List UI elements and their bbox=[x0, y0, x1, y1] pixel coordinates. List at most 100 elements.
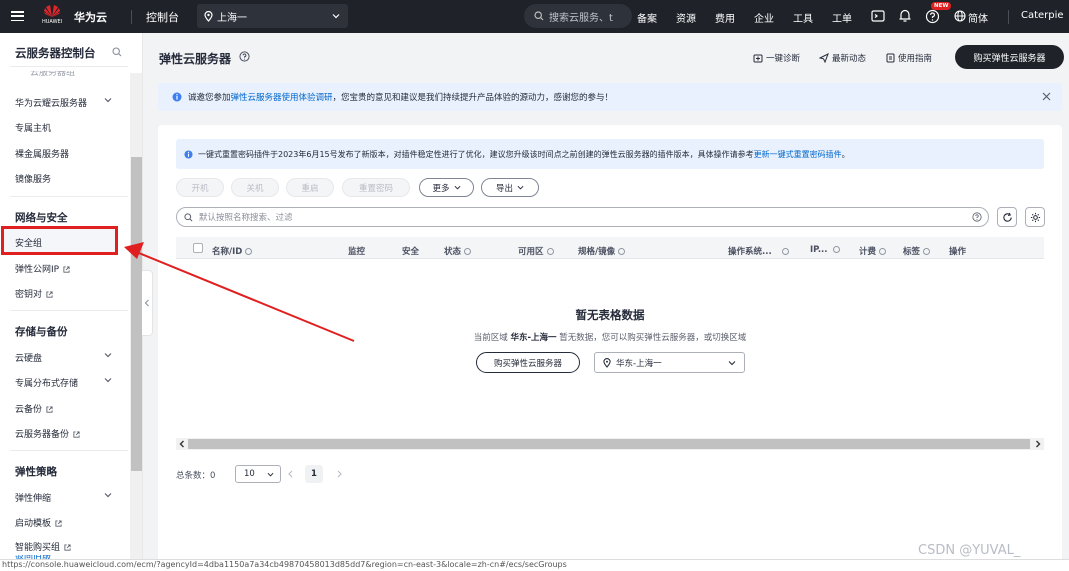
empty-buy-button[interactable]: 购买弹性云服务器 bbox=[476, 352, 580, 373]
sidebar-item-ims[interactable]: 镜像服务 bbox=[15, 172, 51, 185]
terminal-icon[interactable] bbox=[871, 9, 885, 23]
column-security: 安全 bbox=[402, 247, 420, 257]
nav-beian[interactable]: 备案 bbox=[637, 10, 657, 25]
column-billing[interactable]: 计费 bbox=[859, 245, 887, 257]
help-icon[interactable] bbox=[925, 9, 940, 24]
column-az-label: 可用区 bbox=[518, 247, 544, 257]
user-menu[interactable]: Caterpie bbox=[1021, 10, 1064, 21]
sidebar-section-policy: 弹性策略 bbox=[15, 466, 57, 478]
current-page[interactable]: 1 bbox=[305, 465, 323, 483]
nav-enterprise[interactable]: 企业 bbox=[754, 10, 774, 25]
sidebar-item-cbr[interactable]: 云备份 bbox=[15, 402, 53, 415]
start-button[interactable]: 开机 bbox=[176, 178, 224, 197]
sidebar-item-smart-purchase[interactable]: 智能购买组 bbox=[15, 540, 71, 552]
empty-region-select[interactable]: 华东-上海一 bbox=[594, 352, 745, 373]
sidebar-item-bms[interactable]: 裸金属服务器 bbox=[15, 147, 69, 160]
language-switch[interactable]: 简体 bbox=[968, 10, 988, 25]
external-link-icon bbox=[64, 544, 71, 551]
sidebar-item-as[interactable]: 弹性伸缩 bbox=[15, 491, 51, 504]
external-link-icon bbox=[46, 406, 53, 413]
buy-ecs-button[interactable]: 购买弹性云服务器 bbox=[955, 45, 1064, 69]
diagnose-button[interactable]: 一键诊断 bbox=[753, 52, 800, 64]
send-icon bbox=[819, 53, 829, 63]
pagination-total: 总条数：0 bbox=[176, 469, 215, 481]
horizontal-scrollbar-thumb[interactable] bbox=[188, 439, 1030, 449]
huawei-logo[interactable]: HUAWEI bbox=[42, 4, 62, 25]
topbar-divider-2 bbox=[1008, 10, 1009, 24]
guide-button[interactable]: 使用指南 bbox=[886, 52, 932, 64]
nav-tickets[interactable]: 工单 bbox=[832, 10, 852, 25]
nav-resources[interactable]: 资源 bbox=[676, 10, 696, 25]
sidebar-item-ecs-group[interactable]: 云服务器组 bbox=[30, 71, 75, 79]
page-size-value: 10 bbox=[244, 469, 255, 479]
sidebar-item-launch-template[interactable]: 启动模板 bbox=[15, 516, 62, 529]
region-selector[interactable]: 上海一 bbox=[197, 4, 348, 28]
sidebar-item-security-group[interactable]: 安全组 bbox=[15, 236, 42, 249]
sidebar-item-csbs[interactable]: 云服务器备份 bbox=[15, 427, 80, 440]
location-pin-icon bbox=[204, 10, 213, 22]
filter-search-input[interactable]: 默认按照名称搜索、过滤 bbox=[199, 211, 293, 223]
help-circle-icon[interactable] bbox=[972, 212, 982, 222]
refresh-button[interactable] bbox=[997, 207, 1017, 227]
bell-icon[interactable] bbox=[898, 8, 912, 23]
filter-icon bbox=[832, 246, 840, 253]
sidebar-item-keypair[interactable]: 密钥对 bbox=[15, 287, 53, 300]
plugin-notice-end: 。 bbox=[841, 149, 850, 159]
chevron-down-icon bbox=[728, 360, 736, 365]
column-tags[interactable]: 标签 bbox=[903, 245, 931, 257]
plugin-notice: 一键式重置密码插件于2023年6月15号发布了新版本，对插件稳定性进行了优化，建… bbox=[176, 139, 1044, 169]
guide-label: 使用指南 bbox=[898, 54, 933, 64]
filter-icon bbox=[781, 248, 789, 255]
brand-name[interactable]: 华为云 bbox=[74, 9, 107, 25]
sidebar-item-flexus[interactable]: 华为云耀云服务器 bbox=[15, 96, 87, 109]
sidebar-item-dss[interactable]: 专属分布式存储 bbox=[15, 376, 78, 389]
filter-icon bbox=[245, 248, 253, 255]
settings-button[interactable] bbox=[1025, 207, 1045, 227]
column-name[interactable]: 名称/ID bbox=[212, 245, 253, 257]
export-button[interactable]: 导出 bbox=[481, 178, 539, 197]
column-az[interactable]: 可用区 bbox=[518, 245, 554, 257]
sidebar-item-eip[interactable]: 弹性公网IP bbox=[15, 262, 70, 275]
search-box[interactable]: 搜索云服务、t bbox=[524, 4, 632, 28]
search-input[interactable]: 搜索云服务、t bbox=[549, 9, 613, 24]
console-link[interactable]: 控制台 bbox=[146, 9, 179, 25]
globe-icon[interactable] bbox=[954, 10, 966, 22]
next-page-icon[interactable] bbox=[336, 470, 343, 478]
sidebar-item-dedicated-host[interactable]: 专属主机 bbox=[15, 121, 51, 134]
empty-desc-suffix: 暂无数据，您可以购买弹性云服务器，或切换区域 bbox=[556, 333, 747, 343]
help-circle-icon[interactable] bbox=[239, 51, 250, 62]
nav-tools[interactable]: 工具 bbox=[793, 10, 813, 25]
sidebar-search-icon[interactable] bbox=[112, 47, 122, 57]
column-os[interactable]: 操作系统... bbox=[728, 245, 789, 257]
column-flavor[interactable]: 规格/镜像 bbox=[578, 245, 626, 257]
filter-icon bbox=[879, 248, 887, 255]
column-ip[interactable]: IP... bbox=[810, 245, 840, 255]
sidebar-section-network: 网络与安全 bbox=[15, 212, 68, 224]
filter-search-bar[interactable]: 默认按照名称搜索、过滤 bbox=[176, 207, 989, 227]
nav-billing[interactable]: 费用 bbox=[715, 10, 735, 25]
external-link-icon bbox=[63, 266, 70, 273]
more-button[interactable]: 更多 bbox=[419, 178, 474, 197]
reset-password-button[interactable]: 重置密码 bbox=[342, 178, 410, 197]
survey-link[interactable]: 弹性云服务器使用体验调研 bbox=[231, 91, 333, 103]
menu-icon[interactable] bbox=[10, 9, 24, 23]
select-all-checkbox[interactable] bbox=[193, 243, 203, 253]
horizontal-scrollbar[interactable] bbox=[176, 438, 1044, 450]
scroll-left-arrow-icon[interactable] bbox=[178, 440, 186, 448]
column-status[interactable]: 状态 bbox=[444, 245, 472, 257]
sidebar-item-evs[interactable]: 云硬盘 bbox=[15, 351, 42, 364]
close-icon[interactable] bbox=[1042, 92, 1051, 101]
plugin-notice-link[interactable]: 更新一键式重置密码插件 bbox=[754, 149, 842, 160]
prev-page-icon[interactable] bbox=[287, 470, 294, 478]
sidebar-scrollbar-thumb[interactable] bbox=[131, 157, 142, 471]
search-icon bbox=[534, 11, 544, 21]
region-label: 上海一 bbox=[217, 12, 247, 24]
page-size-select[interactable]: 10 bbox=[235, 465, 281, 483]
stop-button[interactable]: 关机 bbox=[231, 178, 279, 197]
scroll-right-arrow-icon[interactable] bbox=[1034, 440, 1042, 448]
sidebar-title: 云服务器控制台 bbox=[15, 46, 96, 60]
page-title: 弹性云服务器 bbox=[159, 52, 232, 66]
restart-button[interactable]: 重启 bbox=[286, 178, 334, 197]
filter-icon bbox=[546, 248, 554, 255]
news-button[interactable]: 最新动态 bbox=[819, 52, 866, 64]
